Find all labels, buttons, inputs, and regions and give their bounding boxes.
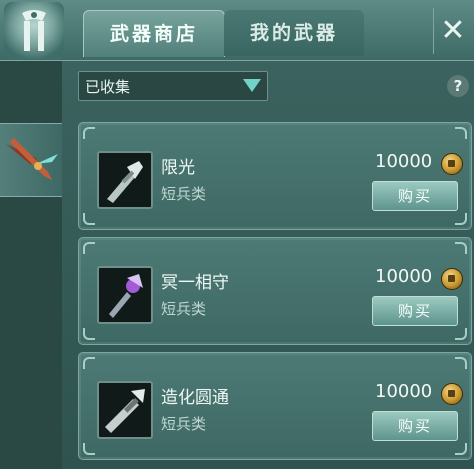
game-emblem-icon [4, 2, 64, 60]
item-price: 10000 [375, 266, 433, 287]
coin-icon [441, 153, 463, 175]
shop-item-card: 限光 短兵类 10000 购买 [78, 122, 472, 230]
buy-button[interactable]: 购买 [372, 296, 458, 326]
filter-selected-value: 已收集 [85, 78, 131, 96]
close-button[interactable]: ✕ [433, 8, 472, 54]
category-sidebar [0, 61, 62, 469]
category-item-short-weapon[interactable] [0, 123, 62, 197]
shop-item-card: 冥一相守 短兵类 10000 购买 [78, 237, 472, 345]
item-price: 10000 [375, 381, 433, 402]
buy-button[interactable]: 购买 [372, 411, 458, 441]
tab-weapon-shop[interactable]: 武器商店 [83, 10, 225, 57]
top-bar: 武器商店 我的武器 ✕ [0, 0, 474, 61]
coin-icon [441, 268, 463, 290]
chevron-down-icon [243, 79, 261, 92]
item-name: 冥一相守 [161, 273, 229, 293]
dagger-category-icon [6, 138, 58, 180]
tab-my-weapons[interactable]: 我的武器 [224, 10, 364, 56]
weapon-thumbnail-icon [97, 266, 153, 324]
coin-icon [441, 383, 463, 405]
help-icon[interactable]: ? [447, 75, 469, 97]
item-category: 短兵类 [161, 300, 207, 318]
item-category: 短兵类 [161, 185, 207, 203]
weapon-thumbnail-icon [97, 381, 153, 439]
shop-item-card: 造化圆通 短兵类 10000 购买 [78, 352, 472, 460]
item-price: 10000 [375, 151, 433, 172]
weapon-thumbnail-icon [97, 151, 153, 209]
item-category: 短兵类 [161, 415, 207, 433]
item-name: 造化圆通 [161, 388, 229, 408]
collection-filter-dropdown[interactable]: 已收集 [78, 71, 268, 101]
buy-button[interactable]: 购买 [372, 181, 458, 211]
item-name: 限光 [161, 158, 195, 178]
